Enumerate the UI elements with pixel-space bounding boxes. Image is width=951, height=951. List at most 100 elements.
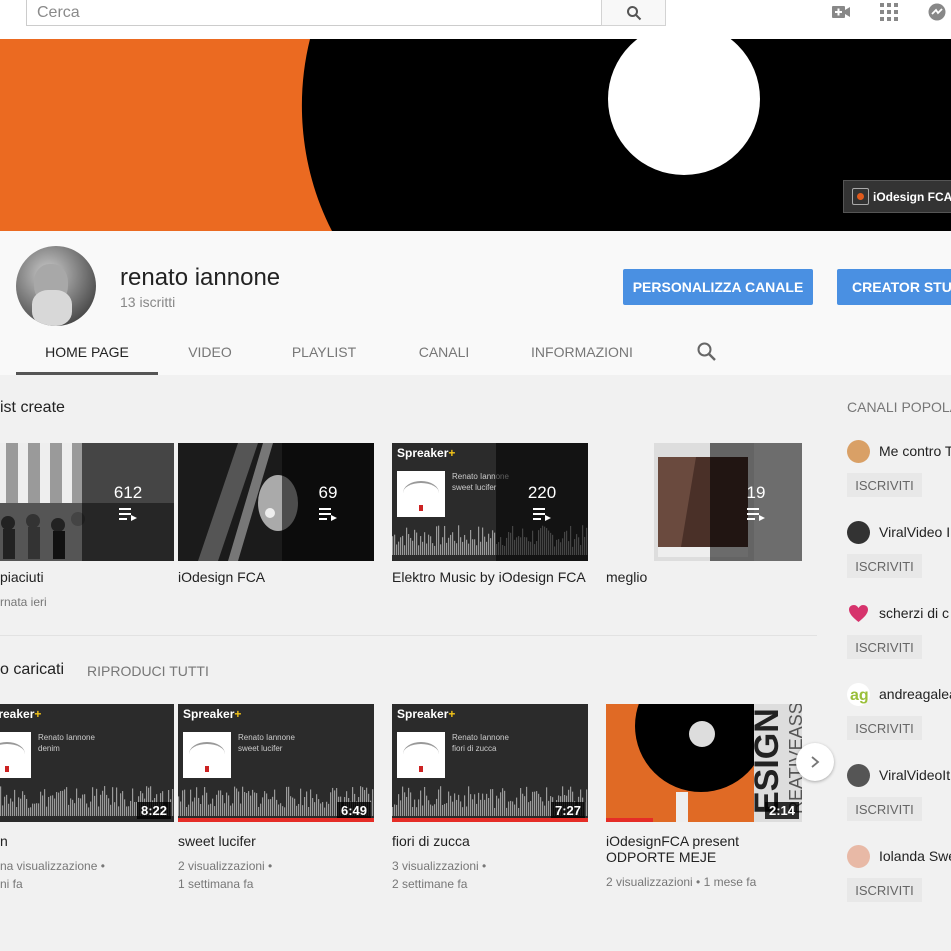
waveform-bar (288, 786, 290, 816)
playlist-thumbnail[interactable]: Spreaker+ Renato Iannone sweet lucifer 22… (392, 443, 588, 561)
playlist-icon (119, 508, 137, 521)
playlist-title[interactable]: Elektro Music by iOdesign FCA (392, 569, 592, 585)
waveform-bar (488, 533, 490, 555)
waveform-bar (198, 797, 200, 816)
tab-home[interactable]: HOME PAGE (16, 329, 158, 375)
playlists-section-title: ist create (0, 399, 65, 416)
subscribe-button[interactable]: ISCRIVITI (847, 473, 922, 497)
waveform-bar (486, 541, 488, 555)
search-button[interactable] (601, 0, 666, 26)
section-divider (0, 635, 817, 636)
video-title[interactable]: fiori di zucca (392, 833, 592, 849)
waveform-bar (302, 805, 304, 816)
subscribe-button[interactable]: ISCRIVITI (847, 878, 922, 902)
waveform-bar (218, 790, 220, 816)
channel-name-link[interactable]: Iolanda Swe (879, 848, 951, 864)
waveform-bar (538, 793, 540, 816)
waveform-bar (316, 794, 318, 816)
channel-logo-icon (852, 188, 869, 205)
creator-studio-button[interactable]: CREATOR STUD (837, 269, 951, 305)
tab-about[interactable]: INFORMAZIONI (502, 329, 662, 375)
channel-tabs: HOME PAGE VIDEO PLAYLIST CANALI INFORMAZ… (16, 329, 662, 375)
search-icon[interactable] (696, 341, 718, 363)
video-thumbnail[interactable]: ESIGN REATIVEASS 2:14 (606, 704, 802, 822)
channel-avatar[interactable]: ag (847, 683, 870, 706)
waveform-bar (408, 534, 410, 555)
waveform-bar (414, 529, 416, 555)
video-thumbnail[interactable]: Spreaker+ Renato Iannone fiori di zucca 7… (392, 704, 588, 822)
svg-text:ag: ag (850, 687, 869, 704)
tab-video[interactable]: VIDEO (158, 329, 262, 375)
channel-avatar[interactable] (847, 521, 870, 544)
chat-bubble-icon[interactable] (927, 2, 947, 22)
video-thumbnail[interactable]: Spreaker+ Renato Iannone sweet lucifer 6:… (178, 704, 374, 822)
channel-name-link[interactable]: ViralVideo I (879, 524, 950, 540)
spreaker-logo: Spreaker+ (397, 707, 456, 721)
waveform-bar (536, 791, 538, 816)
featured-channel: scherzi di c ISCRIVITI (847, 602, 951, 672)
waveform-bar (410, 537, 412, 555)
waveform-bar (480, 541, 482, 555)
video-title[interactable]: iOdesignFCA present ODPORTE MEJE (606, 833, 806, 865)
video-title[interactable]: n (0, 833, 200, 849)
video-duration: 7:27 (550, 802, 585, 819)
playlist-thumbnail[interactable]: 69 (178, 443, 374, 561)
channel-avatar[interactable] (847, 440, 870, 463)
waveform-bar (248, 791, 250, 816)
waveform-bar (130, 800, 132, 816)
play-all-button[interactable]: RIPRODUCI TUTTI (87, 663, 209, 679)
waveform-bar (212, 798, 214, 816)
channel-name-link[interactable]: Me contro T (879, 443, 951, 459)
waveform-bar (234, 786, 236, 816)
waveform-bar (534, 791, 536, 816)
waveform-bar (256, 793, 258, 816)
waveform-bar (10, 798, 12, 816)
search-box[interactable] (26, 0, 602, 26)
playlist-thumbnail[interactable]: 612 (0, 443, 174, 561)
video-thumbnail[interactable]: Spreaker+ Renato Iannonedenim 8:22 (0, 704, 174, 822)
waveform-bar (462, 807, 464, 816)
waveform-bar (488, 798, 490, 816)
avatar[interactable] (16, 246, 96, 326)
playlist-thumbnail[interactable]: 19 (606, 443, 802, 561)
tab-channels[interactable]: CANALI (386, 329, 502, 375)
watch-progress-bar (178, 818, 374, 822)
video-title[interactable]: sweet lucifer (178, 833, 378, 849)
channel-name-link[interactable]: andreagalea (879, 686, 951, 702)
book-artwork (183, 732, 231, 778)
waveform-bar (444, 525, 446, 555)
apps-grid-icon[interactable] (879, 2, 899, 22)
waveform-bar (464, 534, 466, 555)
heart-icon[interactable] (847, 602, 870, 625)
next-button[interactable] (796, 743, 834, 781)
playlist-title[interactable]: meglio (606, 569, 806, 585)
waveform-bar (70, 798, 72, 816)
search-input[interactable] (27, 0, 601, 25)
subscribe-button[interactable]: ISCRIVITI (847, 554, 922, 578)
waveform-bar (334, 790, 336, 816)
customize-channel-button[interactable]: PERSONALIZZA CANALE (623, 269, 813, 305)
video-camera-add-icon[interactable] (831, 2, 851, 22)
waveform-bar (456, 799, 458, 816)
waveform-bar (406, 796, 408, 816)
waveform-bar (244, 791, 246, 816)
subscribe-button[interactable]: ISCRIVITI (847, 797, 922, 821)
channel-avatar[interactable] (847, 764, 870, 787)
waveform-bar (468, 786, 470, 816)
waveform-bar (428, 534, 430, 555)
channel-name-link[interactable]: ViralVideoIt (879, 767, 950, 783)
playlist-title[interactable]: iOdesign FCA (178, 569, 378, 585)
tab-playlist[interactable]: PLAYLIST (262, 329, 386, 375)
waveform-bar (188, 804, 190, 816)
featured-channel: ViralVideoIt ISCRIVITI (847, 764, 951, 834)
channel-avatar[interactable] (847, 845, 870, 868)
banner-channel-badge[interactable]: iOdesign FCA O (843, 180, 951, 213)
waveform-bar (392, 807, 394, 816)
waveform-bar (42, 795, 44, 816)
channel-name-link[interactable]: scherzi di c (879, 605, 949, 621)
playlist-title[interactable]: piaciuti (0, 569, 200, 585)
featured-channels-title: CANALI POPOLA (847, 399, 951, 415)
subscribe-button[interactable]: ISCRIVITI (847, 635, 922, 659)
video-duration: 6:49 (336, 802, 371, 819)
subscribe-button[interactable]: ISCRIVITI (847, 716, 922, 740)
